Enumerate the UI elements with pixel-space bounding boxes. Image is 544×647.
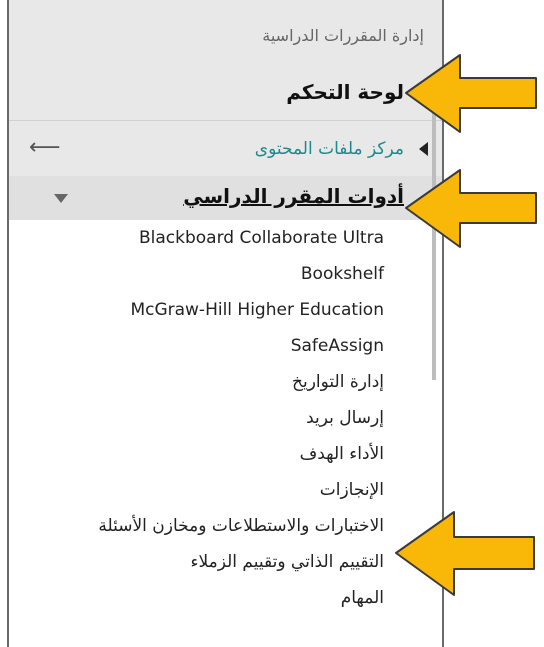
content-collection-link[interactable]: مركز ملفات المحتوى	[255, 139, 404, 159]
course-management-title: إدارة المقررات الدراسية	[262, 26, 424, 45]
tool-item-bookshelf[interactable]: Bookshelf	[9, 256, 442, 292]
tool-item-safeassign[interactable]: SafeAssign	[9, 328, 442, 364]
course-management-header: إدارة المقررات الدراسية لوحة التحكم	[9, 0, 442, 120]
course-tools-heading[interactable]: أدوات المقرر الدراسي	[183, 184, 404, 208]
course-management-panel: إدارة المقررات الدراسية لوحة التحكم مركز…	[7, 0, 444, 647]
tool-item-tasks[interactable]: المهام	[9, 580, 442, 616]
tool-item-goal-performance[interactable]: الأداء الهدف	[9, 436, 442, 472]
tool-item-tests-surveys-pools[interactable]: الاختبارات والاستطلاعات ومخازن الأسئلة	[9, 508, 442, 544]
tool-item-date-management[interactable]: إدارة التواريخ	[9, 364, 442, 400]
content-collection-row[interactable]: مركز ملفات المحتوى ⟵	[9, 120, 442, 176]
tool-item-collaborate[interactable]: Blackboard Collaborate Ultra	[9, 220, 442, 256]
tool-item-send-email[interactable]: إرسال بريد	[9, 400, 442, 436]
expand-triangle-icon[interactable]	[419, 142, 428, 156]
tool-item-self-peer-assessment[interactable]: التقييم الذاتي وتقييم الزملاء	[9, 544, 442, 580]
course-tools-list: Blackboard Collaborate Ultra Bookshelf M…	[9, 220, 442, 616]
callout-arrow-icon	[405, 169, 537, 248]
collapse-triangle-icon[interactable]	[54, 194, 68, 203]
control-panel-heading[interactable]: لوحة التحكم	[286, 80, 404, 104]
tool-item-mcgraw-hill[interactable]: McGraw-Hill Higher Education	[9, 292, 442, 328]
course-tools-header[interactable]: أدوات المقرر الدراسي	[9, 176, 442, 220]
callout-arrow-icon	[395, 511, 535, 596]
tool-item-achievements[interactable]: الإنجازات	[9, 472, 442, 508]
left-arrow-icon[interactable]: ⟵	[29, 137, 61, 159]
callout-arrow-icon	[405, 54, 537, 133]
